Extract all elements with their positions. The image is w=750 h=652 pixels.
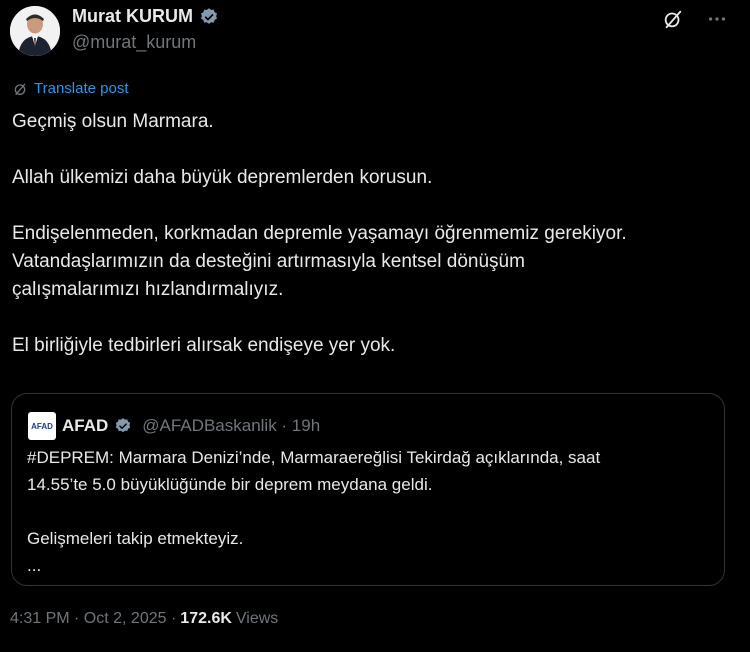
author-handle[interactable]: @murat_kurum bbox=[72, 32, 196, 53]
avatar-photo bbox=[10, 6, 60, 56]
post-paragraph-3-line-1: Endişelenmeden, korkmadan depremle yaşam… bbox=[12, 223, 627, 244]
author-name[interactable]: Murat KURUM bbox=[72, 6, 193, 27]
post-text: Geçmiş olsun Marmara. Allah ülkemizi dah… bbox=[12, 108, 737, 360]
verified-badge-icon bbox=[116, 418, 131, 433]
afad-logo: AFAD bbox=[28, 412, 56, 440]
quoted-post[interactable]: AFAD AFAD @AFADBaskanlik · 19h #DEPREM: … bbox=[11, 393, 725, 586]
translate-post-link[interactable]: Translate post bbox=[12, 80, 129, 97]
more-icon[interactable] bbox=[706, 8, 728, 30]
views-count: 172.6K bbox=[180, 610, 232, 627]
views-label: Views bbox=[235, 610, 279, 627]
verified-badge-icon bbox=[201, 7, 217, 24]
quoted-line-2: 14.55’te 5.0 büyüklüğünde bir deprem mey… bbox=[27, 475, 433, 494]
translate-icon bbox=[14, 83, 26, 95]
quoted-author-name[interactable]: AFAD bbox=[62, 416, 108, 436]
post-paragraph-1: Geçmiş olsun Marmara. bbox=[12, 111, 214, 132]
avatar[interactable] bbox=[10, 6, 60, 56]
post-timestamp[interactable]: 4:31 PM · Oct 2, 2025 · bbox=[10, 610, 176, 628]
author-name-row[interactable]: Murat KURUM bbox=[72, 6, 219, 27]
post-paragraph-3-line-3: çalışmalarımızı hızlandırmalıyız. bbox=[12, 279, 284, 300]
quoted-ellipsis: ... bbox=[27, 556, 42, 575]
post-paragraph-4: El birliğiyle tedbirleri alırsak endişey… bbox=[12, 335, 396, 356]
grok-icon[interactable] bbox=[662, 8, 684, 30]
quoted-line-3: Gelişmeleri takip etmekteyiz. bbox=[27, 529, 244, 548]
translate-post-label[interactable]: Translate post bbox=[34, 80, 129, 97]
post-paragraph-2: Allah ülkemizi daha büyük depremlerden k… bbox=[12, 167, 433, 188]
quoted-line-1: #DEPREM: Marmara Denizi’nde, Marmaraereğ… bbox=[27, 448, 601, 467]
post-meta: 4:31 PM · Oct 2, 2025 · 172.6K Views bbox=[10, 610, 278, 628]
post-paragraph-3-line-2: Vatandaşlarımızın da desteğini artırması… bbox=[12, 251, 525, 272]
quoted-handle-time[interactable]: @AFADBaskanlik · 19h bbox=[142, 416, 320, 436]
quoted-text: #DEPREM: Marmara Denizi’nde, Marmaraereğ… bbox=[27, 444, 712, 579]
